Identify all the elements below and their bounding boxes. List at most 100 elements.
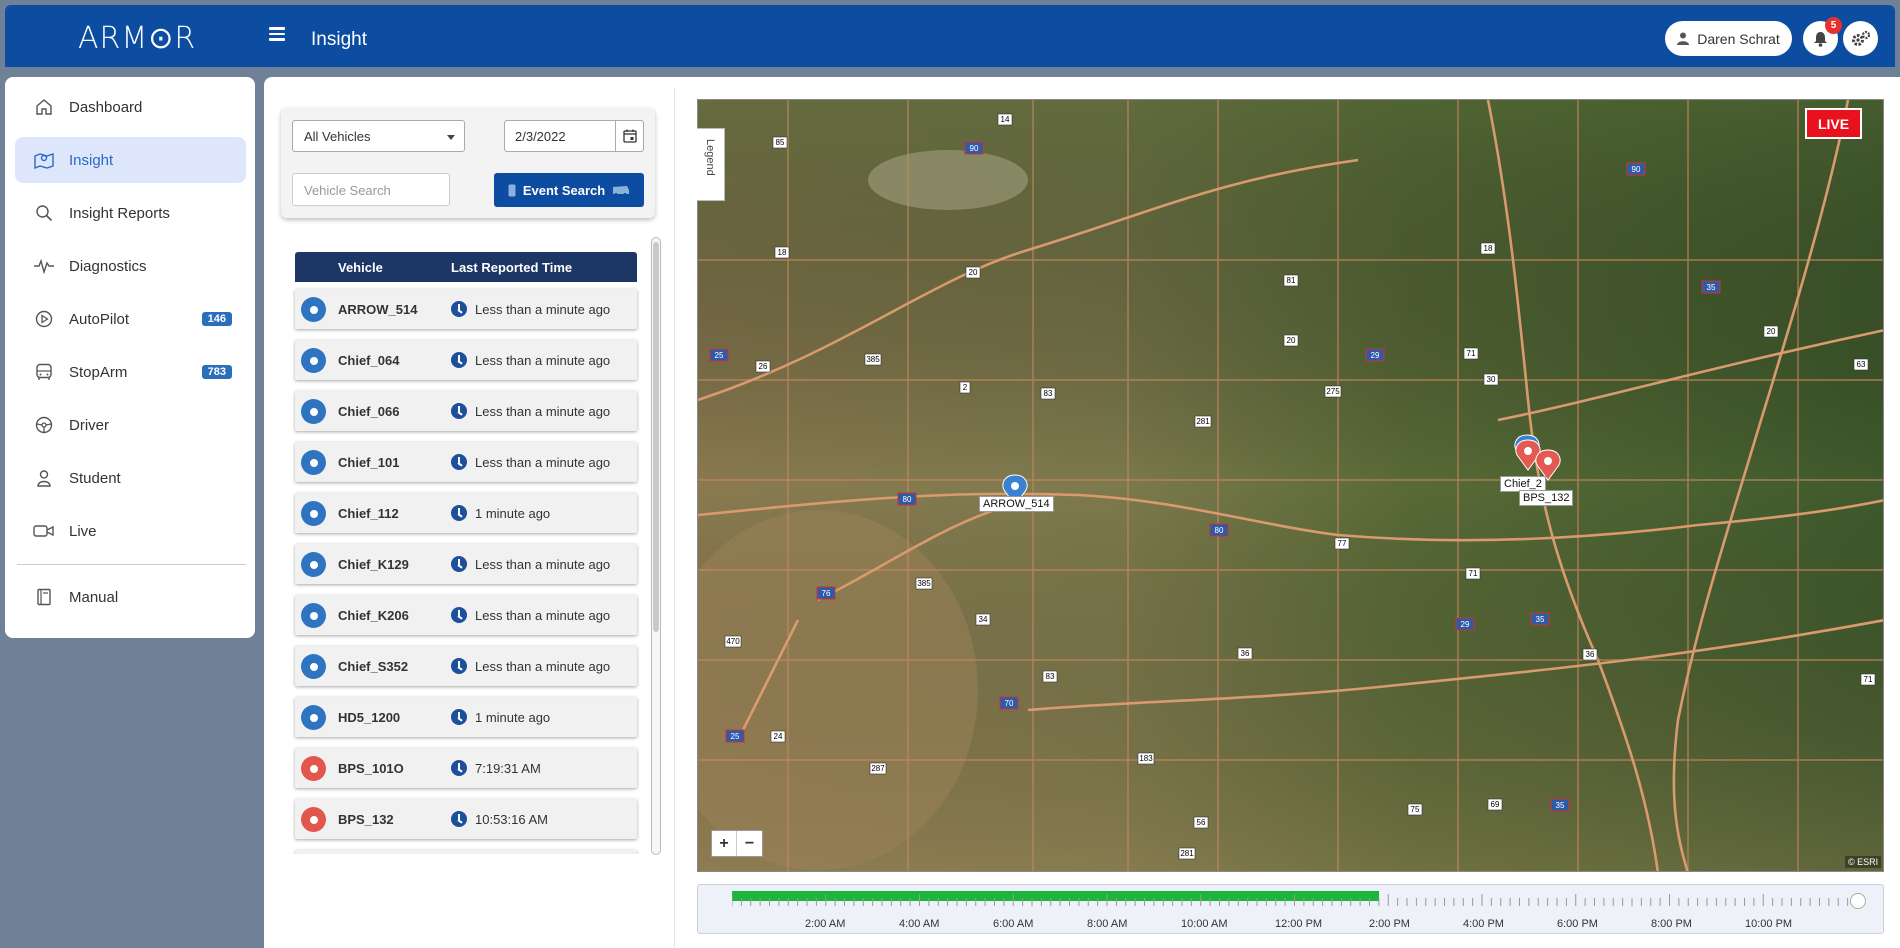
- svg-text:81: 81: [1287, 276, 1296, 285]
- list-item[interactable]: BPS_101O 7:19:31 AM: [295, 748, 637, 788]
- sidebar-item-insight-reports[interactable]: Insight Reports: [15, 190, 246, 236]
- sidebar-item-insight[interactable]: Insight: [15, 137, 246, 183]
- last-reported-time: 1 minute ago: [475, 506, 551, 521]
- timeline-handle[interactable]: [1850, 893, 1866, 909]
- vehicle-name: BPS_132: [338, 812, 394, 827]
- menu-toggle-icon[interactable]: [269, 27, 285, 41]
- svg-text:35: 35: [1536, 615, 1545, 624]
- highway-shield: 287: [869, 762, 887, 775]
- sidebar-item-stoparm[interactable]: StopArm 783: [15, 349, 246, 395]
- vehicle-name: ARROW_514: [338, 302, 418, 317]
- sidebar-item-live[interactable]: Live: [15, 508, 246, 554]
- svg-text:80: 80: [903, 495, 912, 504]
- list-item[interactable]: Chief_K206 Less than a minute ago: [295, 595, 637, 635]
- column-header-vehicle[interactable]: Vehicle: [338, 260, 383, 275]
- list-item[interactable]: Chief_112 1 minute ago: [295, 493, 637, 533]
- highway-shield: 35: [1550, 798, 1570, 812]
- clock-icon: [451, 658, 467, 674]
- column-header-last-reported[interactable]: Last Reported Time: [451, 260, 572, 275]
- status-dot-icon: [301, 654, 326, 679]
- caret-down-icon: [447, 135, 455, 140]
- vehicle-select[interactable]: All Vehicles: [292, 120, 465, 152]
- highway-shield: 83: [1042, 670, 1058, 683]
- svg-text:35: 35: [1707, 283, 1716, 292]
- sidebar-item-label: Manual: [69, 588, 119, 606]
- bell-icon: [1814, 31, 1827, 47]
- student-icon: [33, 467, 55, 489]
- stoparm-count-badge: 783: [201, 365, 232, 379]
- highway-shield: 20: [1763, 325, 1779, 338]
- sidebar-item-student[interactable]: Student: [15, 455, 246, 501]
- steering-wheel-icon: [33, 414, 55, 436]
- svg-text:18: 18: [1484, 244, 1493, 253]
- svg-text:20: 20: [969, 268, 978, 277]
- vehicle-list-scrollbar[interactable]: [651, 237, 661, 855]
- search-icon: [33, 202, 55, 224]
- svg-text:281: 281: [1180, 849, 1194, 858]
- sidebar-item-autopilot[interactable]: AutoPilot 146: [15, 296, 246, 342]
- list-item[interactable]: Chief_S352 Less than a minute ago: [295, 646, 637, 686]
- book-icon: [33, 586, 55, 608]
- calendar-button[interactable]: [615, 121, 643, 151]
- bus-icon: [33, 361, 55, 383]
- user-menu-button[interactable]: Daren Schrat: [1665, 21, 1792, 56]
- svg-text:80: 80: [1215, 526, 1224, 535]
- vehicle-name: Chief_066: [338, 404, 400, 419]
- list-item[interactable]: [295, 850, 637, 854]
- zoom-control: + −: [711, 830, 763, 857]
- svg-text:385: 385: [917, 579, 931, 588]
- legend-toggle-button[interactable]: Legend: [697, 128, 725, 201]
- highway-shield: 71: [1860, 673, 1876, 686]
- list-item[interactable]: Chief_066 Less than a minute ago: [295, 391, 637, 431]
- status-dot-icon: [301, 603, 326, 628]
- gears-icon: [1851, 30, 1870, 46]
- svg-text:34: 34: [979, 615, 988, 624]
- highway-shield: 183: [1137, 752, 1155, 765]
- status-dot-icon: [301, 399, 326, 424]
- clock-icon: [451, 505, 467, 521]
- clock-icon: [451, 403, 467, 419]
- sidebar-item-dashboard[interactable]: Dashboard: [15, 84, 246, 130]
- svg-text:26: 26: [759, 362, 768, 371]
- svg-text:25: 25: [715, 351, 724, 360]
- sidebar-item-diagnostics[interactable]: Diagnostics: [15, 243, 246, 289]
- zoom-in-button[interactable]: +: [712, 831, 738, 856]
- highway-shield: 90: [1626, 162, 1646, 176]
- sidebar-item-manual[interactable]: Manual: [15, 574, 246, 620]
- list-item[interactable]: ARROW_514 Less than a minute ago: [295, 289, 637, 329]
- last-reported-time: Less than a minute ago: [475, 455, 611, 470]
- vehicle-list: ARROW_514 Less than a minute ago Chief_06…: [292, 282, 640, 854]
- settings-button[interactable]: [1843, 21, 1878, 56]
- list-item[interactable]: HD5_1200 1 minute ago: [295, 697, 637, 737]
- date-input[interactable]: 2/3/2022: [504, 120, 644, 152]
- vehicle-search-input[interactable]: Vehicle Search: [292, 173, 450, 206]
- list-item[interactable]: Chief_101 Less than a minute ago: [295, 442, 637, 482]
- sidebar-divider: [17, 564, 246, 565]
- highway-shield: 281: [1178, 847, 1196, 860]
- sidebar-item-driver[interactable]: Driver: [15, 402, 246, 448]
- svg-text:287: 287: [871, 764, 885, 773]
- highway-shield: 69: [1487, 798, 1503, 811]
- list-item[interactable]: BPS_132 10:53:16 AM: [295, 799, 637, 839]
- notifications-button[interactable]: 5: [1803, 17, 1842, 56]
- svg-text:470: 470: [726, 637, 740, 646]
- date-value: 2/3/2022: [515, 129, 566, 144]
- timeline-label: 8:00 PM: [1651, 918, 1692, 930]
- scrollbar-thumb[interactable]: [653, 242, 659, 632]
- highway-shield: 71: [1463, 347, 1479, 360]
- vehicle-name: Chief_112: [338, 506, 399, 521]
- map-view[interactable]: 14 85 90 90 18 20 81 18 35 25 26 385 2 8…: [697, 99, 1884, 872]
- highway-shield: 76: [816, 586, 836, 600]
- vehicle-select-value: All Vehicles: [304, 129, 371, 144]
- highway-shield: 36: [1582, 648, 1598, 661]
- vehicle-name: Chief_064: [338, 353, 400, 368]
- home-icon: [33, 96, 55, 118]
- list-item[interactable]: Chief_064 Less than a minute ago: [295, 340, 637, 380]
- svg-text:18: 18: [778, 248, 787, 257]
- zoom-out-button[interactable]: −: [737, 831, 762, 856]
- armor-logo[interactable]: ARM⊙R: [78, 21, 196, 56]
- event-search-button[interactable]: Event Search: [494, 173, 644, 207]
- last-reported-time: Less than a minute ago: [475, 557, 611, 572]
- phone-icon: [508, 184, 516, 196]
- list-item[interactable]: Chief_K129 Less than a minute ago: [295, 544, 637, 584]
